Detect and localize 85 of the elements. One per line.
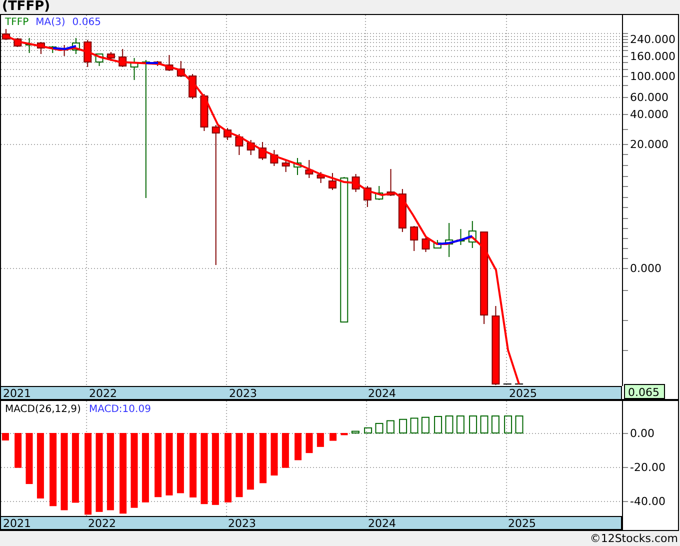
price-tag: 0.065 — [624, 384, 665, 399]
candlestick — [246, 140, 255, 156]
macd-bar — [434, 416, 442, 434]
price-scale-label: 0.000 — [630, 262, 662, 275]
candlestick — [386, 168, 395, 196]
macd-bar — [340, 432, 348, 436]
axis-label: -20.00 — [630, 461, 666, 474]
macd-bar — [154, 432, 162, 498]
macd-bar — [386, 420, 394, 434]
candlestick — [2, 28, 10, 40]
legend-label: MACD(26,12,9) — [5, 404, 81, 415]
price-scale-label: 40.000 — [630, 108, 668, 121]
price-scale-label: 160.000 — [630, 50, 676, 63]
macd-bar — [421, 416, 430, 434]
axis-label: -40.00 — [630, 495, 666, 508]
legend-label: TFFP — [5, 17, 29, 28]
year-label: 2023 — [228, 517, 256, 530]
year-label: 2025 — [509, 387, 537, 400]
year-label: 2022 — [88, 517, 116, 530]
candlestick — [95, 54, 104, 66]
candlestick — [36, 42, 45, 54]
macd-bar — [260, 432, 267, 484]
axis-label: 0.00 — [630, 426, 654, 440]
candlestick — [294, 158, 302, 176]
candlestick — [398, 188, 406, 232]
candlestick — [433, 240, 442, 248]
macd-bar — [14, 432, 22, 468]
candlestick — [363, 186, 372, 208]
macd-bar — [456, 415, 464, 434]
year-label: 2022 — [89, 387, 117, 400]
legend-label: MA(3) — [36, 17, 66, 28]
legend-label: 0.065 — [72, 17, 101, 28]
candlestick — [352, 174, 360, 192]
candlestick — [176, 60, 185, 78]
macd-bar — [504, 415, 512, 434]
candlestick — [375, 186, 384, 200]
legend-label: MACD:10.09 — [88, 404, 151, 415]
candlestick — [72, 38, 80, 54]
macd-bar — [410, 418, 418, 434]
year-label: 2023 — [229, 387, 257, 400]
candlestick — [165, 54, 174, 72]
macd-bar — [399, 418, 408, 434]
candlestick — [422, 238, 430, 252]
candlestick — [328, 172, 336, 190]
candlestick — [305, 160, 314, 178]
candlestick — [456, 228, 465, 246]
candlestick — [235, 134, 244, 156]
candlestick — [316, 172, 325, 184]
candlestick — [154, 60, 162, 66]
candlestick — [25, 38, 34, 54]
candlestick — [270, 150, 278, 166]
macd-bar — [445, 415, 454, 434]
macd-bar — [491, 415, 500, 434]
macd-bar — [469, 415, 478, 434]
year-label: 2025 — [508, 517, 536, 530]
price-scale-label: 240.000 — [630, 33, 676, 46]
candlestick — [258, 142, 267, 160]
price-scale-label: 60.000 — [630, 91, 668, 104]
candlestick — [282, 160, 290, 172]
candlestick — [130, 58, 138, 80]
candlestick — [445, 222, 454, 258]
year-label: 2021 — [3, 517, 31, 530]
macd-bar — [515, 415, 524, 434]
chart-title: (TFFP) — [1, 0, 52, 14]
candlestick — [224, 128, 232, 140]
macd-bar — [480, 415, 488, 434]
macd-bar — [351, 430, 360, 434]
macd-bar — [190, 432, 197, 498]
candlestick — [48, 46, 57, 54]
year-label: 2024 — [368, 517, 396, 530]
price-scale-label: 20.000 — [630, 138, 668, 151]
year-label: 2021 — [3, 387, 31, 400]
macd-bar — [224, 432, 232, 502]
candlestick — [118, 48, 127, 68]
candlestick — [468, 220, 476, 248]
candlestick — [410, 226, 418, 252]
year-label: 2024 — [368, 387, 396, 400]
macd-bar — [364, 427, 372, 434]
copyright-text: ©12Stocks.com — [590, 532, 678, 545]
price-scale-label: 100.000 — [630, 70, 676, 83]
candlestick — [106, 52, 115, 62]
candlestick — [84, 40, 92, 68]
candlestick — [200, 94, 208, 132]
macd-bar — [294, 432, 302, 460]
macd-bar — [375, 422, 384, 434]
